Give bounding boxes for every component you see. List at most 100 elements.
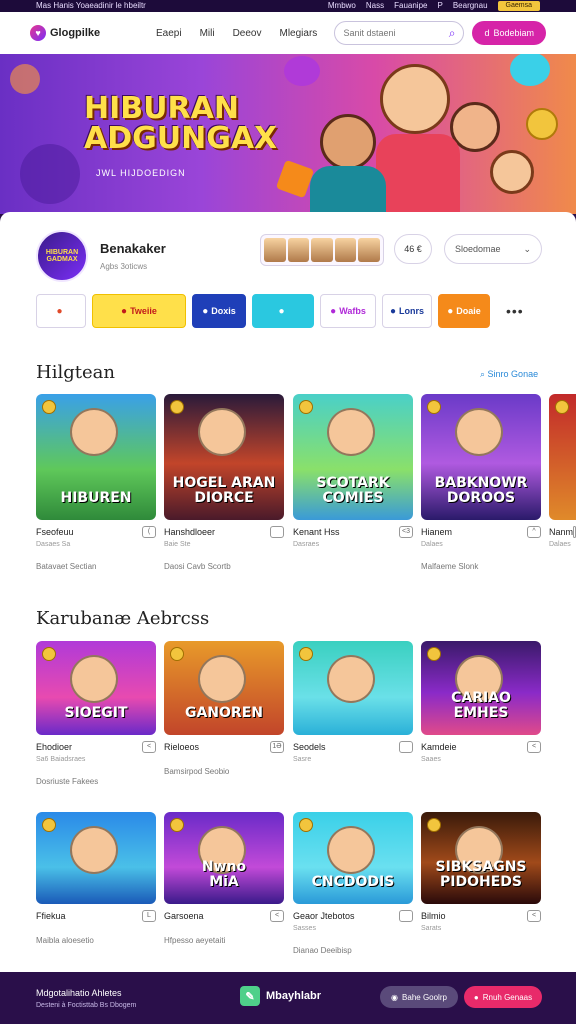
top-link[interactable]: Fauanipe [394, 0, 427, 12]
game-card[interactable]: Nwno MiA Garsoena < Hfpesso aeyetaiti [164, 812, 284, 945]
balance-pill[interactable]: 46 € [394, 234, 432, 264]
game-card[interactable]: SIOEGIT Ehodioer < Sa6 Baiadsraes Dosriuste … [36, 641, 156, 786]
favorite-icon[interactable]: < [527, 910, 541, 922]
game-thumbnail[interactable]: Nwno MiA [164, 812, 284, 904]
game-thumbnail[interactable]: CNCDODIS [293, 812, 413, 904]
coin-icon [170, 400, 184, 414]
top-link[interactable]: Nass [366, 0, 384, 12]
favorite-icon[interactable]: 1Ə [270, 741, 284, 753]
search-icon[interactable]: ⌕ [449, 26, 456, 41]
game-thumbnail[interactable] [293, 641, 413, 735]
game-meta: Dalaes [421, 541, 443, 548]
profile-subtitle: Agbs 3oticws [100, 262, 148, 271]
game-thumbnail[interactable] [36, 812, 156, 904]
sort-dropdown[interactable]: Sloedomae ⌄ [444, 234, 542, 264]
category-chip[interactable]: ● [252, 294, 314, 328]
game-card[interactable]: SCOTARK COMIES Kenant Hss <3 Dasraes [293, 394, 413, 562]
nav-link[interactable]: Mili [200, 28, 215, 39]
top-link[interactable]: Beargnau [453, 0, 488, 12]
profile-summary: HIBURAN GADMAX Benakaker Agbs 3oticws [36, 230, 166, 282]
game-card[interactable]: BABKNOWR DOROOS Hianem ^ Dalaes Malfaeme Slo… [421, 394, 541, 571]
game-thumbnail[interactable] [549, 394, 576, 520]
hero-title-line2: ADGUNGAX [84, 121, 278, 156]
game-card[interactable]: CNCDODIS Geaor Jtebotos Sasses Dianao Deeib… [293, 812, 413, 955]
see-all-link[interactable]: ⌕ Sinro Gonae [480, 369, 538, 380]
footer-button-primary[interactable]: ● Rnuh Genaas [464, 986, 542, 1008]
game-thumbnail-title: Nwno MiA [201, 859, 247, 890]
favorite-icon[interactable]: ( [142, 526, 156, 538]
search-input[interactable] [343, 28, 434, 38]
category-logo-icon: ● [330, 305, 337, 317]
brand-mark-icon: ♥ [30, 25, 46, 41]
category-chip[interactable]: ● Lonrs [382, 294, 432, 328]
sort-dropdown-label: Sloedomae [455, 244, 501, 254]
game-card[interactable]: Ffiekua L Maibla aloesetio [36, 812, 156, 945]
top-link[interactable]: Mmbwo [328, 0, 356, 12]
coin-icon [299, 400, 313, 414]
game-card[interactable]: HIBUREN Fseofeuu (Dasaes Sa Batavaet Sectia… [36, 394, 156, 571]
app-icon: ✎ [240, 986, 260, 1006]
category-chip[interactable]: ● Tweiie [92, 294, 186, 328]
footer-app-link[interactable]: ✎ Mbayhlabr [240, 986, 321, 1006]
favorite-icon[interactable] [399, 741, 413, 753]
category-chip[interactable]: ● [36, 294, 86, 328]
game-card[interactable]: GANOREN Rieloeos 1Ə Bamsirpod Seobio [164, 641, 284, 776]
category-chip[interactable]: ● Wafbs [320, 294, 376, 328]
category-chip[interactable]: ● Doxis [192, 294, 246, 328]
hero-banner[interactable]: HIBURAN ADGUNGAX JWL HIJDOEDIGN [0, 54, 576, 214]
game-thumbnail[interactable]: GANOREN [164, 641, 284, 735]
game-name: Fseofeuu [36, 527, 74, 537]
footer-bar: Mdgotalihatio Ahletes Desteni à Foctistt… [0, 972, 576, 1024]
game-thumbnail[interactable]: BABKNOWR DOROOS [421, 394, 541, 520]
signup-button-label: Bodebiam [493, 28, 534, 38]
favorite-icon[interactable]: < [527, 741, 541, 753]
top-link[interactable]: P [437, 0, 442, 12]
friends-thumbnails[interactable] [260, 234, 384, 266]
nav-link[interactable]: Eaepi [156, 28, 182, 39]
content-panel: HIBURAN GADMAX Benakaker Agbs 3oticws 46… [0, 212, 576, 972]
footer-button-secondary[interactable]: ◉ Bahe Goolrp [380, 986, 458, 1008]
gem-icon [510, 54, 550, 86]
favorite-icon[interactable] [270, 526, 284, 538]
game-card-header: Kamdeie < [421, 741, 541, 753]
game-card[interactable]: CARIAO EMHES Kamdeie < Saaes [421, 641, 541, 777]
signup-button[interactable]: d Bodebiam [472, 21, 546, 45]
favorite-icon[interactable]: <3 [399, 526, 413, 538]
game-name: Hanshdloeer [164, 527, 216, 537]
brand-logo[interactable]: ♥ Glogpilke [30, 25, 150, 41]
search-box[interactable]: ⌕ [334, 21, 465, 45]
coin-icon [42, 647, 56, 661]
favorite-icon[interactable]: L [142, 910, 156, 922]
favorite-icon[interactable]: < [270, 910, 284, 922]
game-name: Nanm [549, 527, 574, 537]
game-thumbnail[interactable]: CARIAO EMHES [421, 641, 541, 735]
profile-avatar[interactable]: HIBURAN GADMAX [36, 230, 88, 282]
game-card[interactable]: Nanm Dalaes [549, 394, 576, 562]
game-card[interactable]: Seodels Sasre [293, 641, 413, 777]
category-logo-icon: ● [447, 305, 454, 317]
game-thumbnail[interactable]: SCOTARK COMIES [293, 394, 413, 520]
game-name: Geaor Jtebotos [293, 911, 355, 921]
game-card[interactable]: SIBKSAGNS PIDOHEDS Bilmio < Sarats [421, 812, 541, 946]
character-body [376, 134, 460, 214]
more-icon[interactable]: ••• [506, 303, 524, 319]
gem-icon [284, 56, 320, 86]
top-button[interactable]: Gaemsa [497, 1, 540, 11]
favorite-icon[interactable]: ^ [527, 526, 541, 538]
game-card-header: Geaor Jtebotos [293, 910, 413, 922]
category-chip[interactable]: ● Doaie [438, 294, 490, 328]
coin-icon [170, 818, 184, 832]
nav-link[interactable]: Deeov [233, 28, 262, 39]
character-face-icon [70, 826, 118, 874]
game-thumbnail[interactable]: SIBKSAGNS PIDOHEDS [421, 812, 541, 904]
favorite-icon[interactable]: < [142, 741, 156, 753]
game-thumbnail[interactable]: SIOEGIT [36, 641, 156, 735]
nav-link[interactable]: Mlegiars [279, 28, 317, 39]
game-thumbnail[interactable]: HIBUREN [36, 394, 156, 520]
record-icon: ● [473, 992, 479, 1002]
game-card-header: Fseofeuu ( [36, 526, 156, 538]
game-thumbnail[interactable]: HOGEL ARAN DIORCE [164, 394, 284, 520]
favorite-icon[interactable] [399, 910, 413, 922]
game-footer-text: Daosi Cavb Scortb [164, 562, 231, 571]
game-card[interactable]: HOGEL ARAN DIORCE Hanshdloeer Baie Ste Daos… [164, 394, 284, 571]
